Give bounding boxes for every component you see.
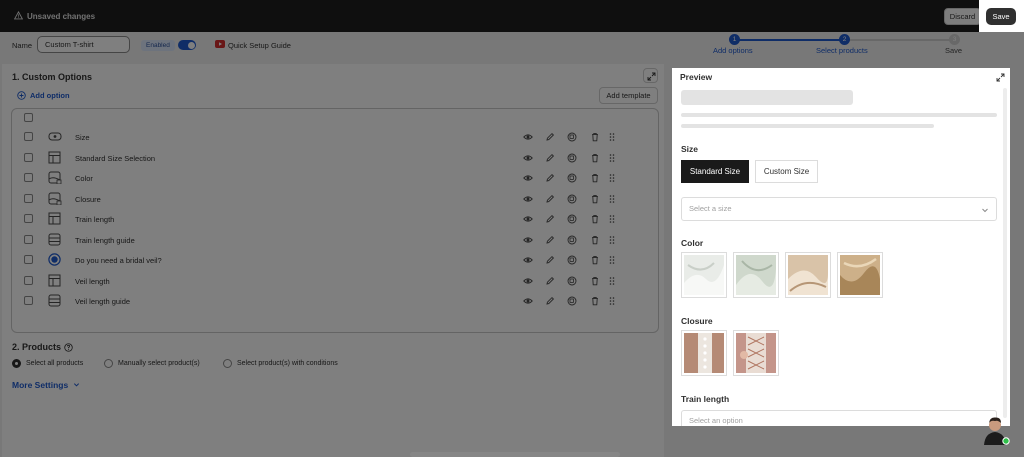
closure-label: Closure (681, 316, 713, 326)
chevron-down-icon (982, 208, 988, 213)
standard-size-button[interactable]: Standard Size (681, 160, 749, 183)
train-length-select[interactable]: Select an option (681, 410, 997, 426)
gold-satin-image (840, 255, 880, 295)
color-swatch-1[interactable] (681, 252, 727, 298)
bottom-scroll-indicator (410, 452, 620, 457)
color-label: Color (681, 238, 704, 248)
preview-panel: Preview Size Standard Size Custom Size S… (672, 68, 1010, 426)
size-select-placeholder: Select a size (689, 204, 732, 213)
button-closure-image (684, 333, 724, 373)
color-swatch-3[interactable] (785, 252, 831, 298)
preview-scrollbar[interactable] (1003, 88, 1007, 418)
skeleton-line-1 (681, 113, 997, 117)
expand-icon (996, 73, 1005, 82)
champagne-satin-image (788, 255, 828, 295)
save-button[interactable]: Save (986, 8, 1016, 25)
closure-swatch-2[interactable] (733, 330, 779, 376)
lace-up-closure-image (736, 333, 776, 373)
support-chat-avatar[interactable] (983, 415, 1010, 445)
skeleton-line-2 (681, 124, 934, 128)
train-length-label: Train length (681, 394, 730, 404)
train-length-placeholder: Select an option (689, 416, 743, 425)
expand-preview-button[interactable] (993, 70, 1008, 85)
color-swatch-4[interactable] (837, 252, 883, 298)
sage-satin-image (736, 255, 776, 295)
size-label: Size (681, 144, 699, 154)
closure-swatch-1[interactable] (681, 330, 727, 376)
size-select[interactable]: Select a size (681, 197, 997, 221)
white-satin-image (684, 255, 724, 295)
color-swatch-2[interactable] (733, 252, 779, 298)
custom-size-button[interactable]: Custom Size (755, 160, 818, 183)
skeleton-title (681, 90, 853, 105)
preview-title: Preview (680, 72, 713, 82)
